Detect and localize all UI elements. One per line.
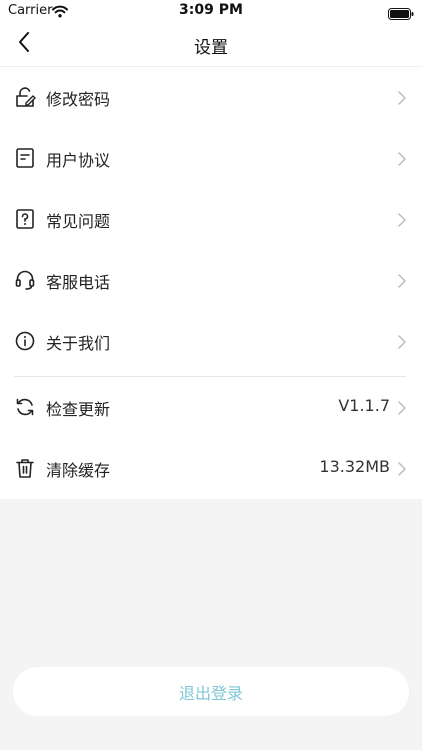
menu-item-label: 客服电话 xyxy=(46,273,111,292)
headset-icon xyxy=(14,269,36,291)
document-icon xyxy=(14,147,36,169)
menu-item-about-us[interactable]: 关于我们 xyxy=(0,311,422,372)
menu-item-clear-cache[interactable]: 清除缓存 13.32MB xyxy=(0,438,422,499)
chevron-right-icon xyxy=(398,334,406,349)
menu-item-label: 用户协议 xyxy=(46,151,111,170)
chevron-right-icon xyxy=(398,400,406,415)
menu-item-label: 关于我们 xyxy=(46,334,111,353)
menu-item-user-agreement[interactable]: 用户协议 xyxy=(0,128,422,189)
status-bar: Carrier 3:09 PM xyxy=(0,0,422,22)
question-icon xyxy=(14,208,36,230)
menu-item-label: 常见问题 xyxy=(46,212,111,231)
menu-item-label: 检查更新 xyxy=(46,400,111,419)
chevron-right-icon xyxy=(398,273,406,288)
menu-item-change-password[interactable]: 修改密码 xyxy=(0,67,422,128)
menu-item-check-update[interactable]: 检查更新 V1.1.7 xyxy=(0,377,422,438)
info-icon xyxy=(14,330,36,352)
edit-lock-icon xyxy=(14,86,36,108)
trash-icon xyxy=(14,457,36,479)
chevron-right-icon xyxy=(398,151,406,166)
status-time: 3:09 PM xyxy=(179,2,243,18)
menu-item-label: 清除缓存 xyxy=(46,461,111,480)
version-value: V1.1.7 xyxy=(338,396,390,415)
menu-item-label: 修改密码 xyxy=(46,90,111,109)
refresh-icon xyxy=(14,396,36,418)
chevron-right-icon xyxy=(398,90,406,105)
cache-size-value: 13.32MB xyxy=(319,457,390,476)
settings-menu: 修改密码 用户协议 常见问题 客服电话 关于我们 检查更新 V1.1.7 清除缓… xyxy=(0,67,422,499)
menu-item-customer-service[interactable]: 客服电话 xyxy=(0,250,422,311)
chevron-right-icon xyxy=(398,212,406,227)
page-title: 设置 xyxy=(194,38,228,58)
menu-item-faq[interactable]: 常见问题 xyxy=(0,189,422,250)
logout-button[interactable]: 退出登录 xyxy=(13,667,409,716)
chevron-right-icon xyxy=(398,461,406,476)
nav-bar: 设置 xyxy=(0,22,422,67)
